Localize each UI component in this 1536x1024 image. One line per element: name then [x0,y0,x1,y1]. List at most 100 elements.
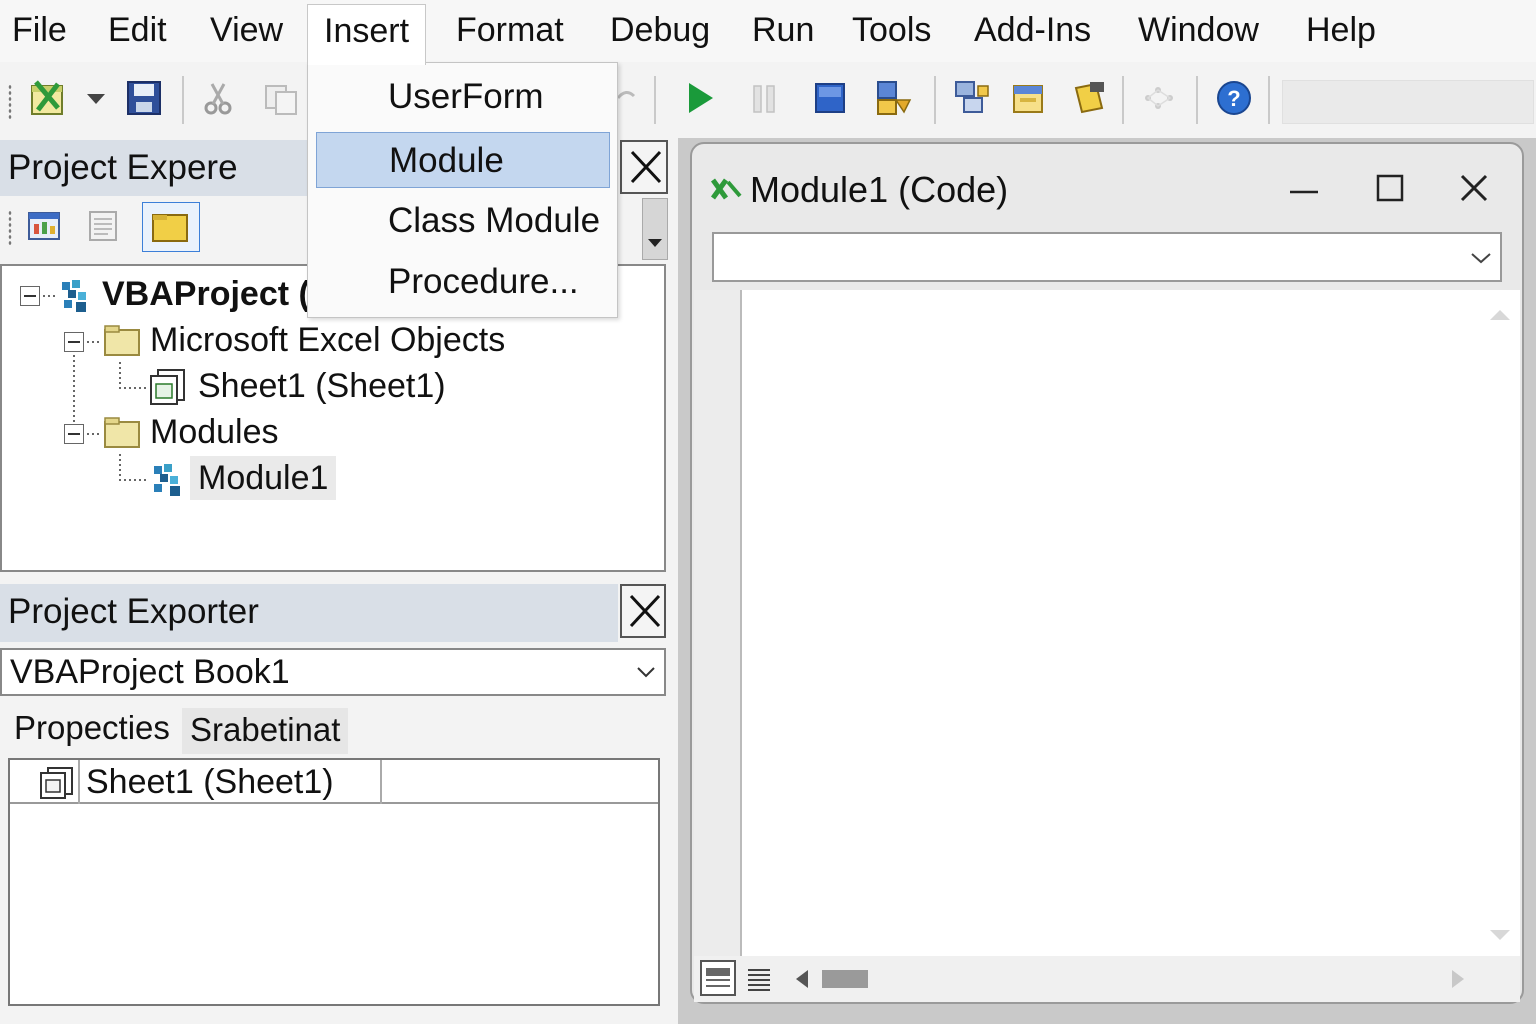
menu-item-procedure[interactable]: Procedure... [316,254,610,310]
run-icon[interactable] [680,78,720,118]
toolbox-icon[interactable] [1140,78,1180,118]
scroll-right-icon[interactable] [1448,968,1468,990]
properties-grid: Sheet1 (Sheet1) [8,758,660,1006]
menu-insert[interactable]: Insert [307,4,427,65]
properties-title-bar: Project Exporter [0,584,618,642]
grid-divider [78,760,80,804]
excel-view-icon[interactable] [28,78,68,118]
folder-icon [102,322,142,358]
menu-format[interactable]: Format [452,8,568,54]
tree-collapse-toggle[interactable] [64,332,84,352]
toolbar-separator [1196,76,1198,124]
properties-object-combo[interactable]: VBAProject Book1 [0,648,666,696]
toolbar-grip [8,210,12,246]
grid-divider [380,760,382,804]
insert-menu-dropdown: UserForm Module Class Module Procedure..… [307,62,618,318]
menu-add-ins[interactable]: Add-Ins [970,8,1095,54]
standard-toolbar: ? [0,62,1536,138]
maximize-button[interactable] [1370,168,1410,208]
project-explorer-close-button[interactable] [620,140,668,194]
module-icon [148,460,188,498]
menu-scroll-arrow[interactable] [642,198,668,260]
menu-help[interactable]: Help [1302,8,1380,54]
object-browser-icon[interactable] [1070,78,1110,118]
code-window-title-bar: Module1 (Code) [692,144,1522,230]
properties-row[interactable]: Sheet1 (Sheet1) [10,760,658,804]
procedure-combo[interactable] [712,232,1502,282]
pause-icon[interactable] [744,78,784,118]
toggle-folders-icon [152,214,188,242]
maximize-icon [1376,174,1404,202]
tree-folder-modules[interactable]: Modules [150,412,279,452]
code-editor[interactable] [694,290,1520,960]
menu-view[interactable]: View [206,8,287,54]
menu-edit[interactable]: Edit [104,8,171,54]
minimize-button[interactable] [1284,170,1324,210]
toolbar-separator [182,76,184,124]
menu-file[interactable]: File [8,8,71,54]
help-icon[interactable]: ? [1214,78,1254,118]
scroll-down-icon[interactable] [1488,926,1512,946]
chevron-down-icon [1471,253,1491,264]
svg-text:?: ? [1227,86,1240,111]
code-window-icon [710,178,742,200]
full-module-view-button[interactable] [742,960,776,996]
properties-icon[interactable] [1010,78,1050,118]
worksheet-icon [38,766,76,800]
scroll-up-icon[interactable] [1488,304,1512,324]
tab-categorized[interactable]: Srabetinat [182,708,349,754]
tree-folder-excel-objects[interactable]: Microsoft Excel Objects [150,320,505,360]
close-icon [1460,174,1488,202]
toolbar-grip[interactable] [8,84,12,120]
menu-bar: File Edit View Insert Format Debug Run T… [0,0,1536,65]
menu-tools[interactable]: Tools [848,8,935,54]
menu-item-module[interactable]: Module [316,132,610,188]
procedure-view-icon [706,968,730,987]
worksheet-icon [148,368,188,406]
chevron-down-icon [637,667,655,678]
tab-properties[interactable]: Propecties [6,706,178,752]
tree-collapse-toggle[interactable] [20,286,40,306]
tree-item-module1-selected[interactable]: Module1 [190,456,337,500]
scroll-left-icon[interactable] [792,968,812,990]
code-margin-indicator-bar[interactable] [694,290,742,960]
dropdown-arrow-icon[interactable] [84,78,108,118]
close-icon [629,594,661,628]
tree-collapse-toggle[interactable] [64,424,84,444]
copy-icon[interactable] [262,78,302,118]
horizontal-scroll-thumb[interactable] [822,970,868,988]
object-combo-value: VBAProject Book1 [10,653,290,691]
toolbar-position-box [1282,80,1534,124]
menu-item-class-module[interactable]: Class Module [316,193,610,249]
menu-run[interactable]: Run [748,8,818,54]
minimize-icon [1290,190,1318,194]
properties-close-button[interactable] [620,584,666,638]
toolbar-separator [1122,76,1124,124]
menu-debug[interactable]: Debug [606,8,714,54]
close-icon [630,150,662,184]
undo-icon[interactable] [616,78,636,118]
toolbar-separator [1268,76,1270,124]
folder-icon [102,414,142,450]
code-window-bottom-bar [694,956,1520,1002]
project-explorer-icon[interactable] [952,78,992,118]
toolbar-separator [654,76,656,124]
procedure-view-button[interactable] [700,960,736,996]
code-window-title: Module1 (Code) [750,169,1009,210]
save-icon[interactable] [124,78,164,118]
view-code-icon[interactable] [86,210,120,242]
property-name: Sheet1 (Sheet1) [86,763,334,801]
view-object-icon[interactable] [26,210,62,242]
toolbar-separator [934,76,936,124]
tree-root-label[interactable]: VBAProject ( [102,274,310,314]
close-button[interactable] [1454,168,1494,208]
stop-icon[interactable] [810,78,850,118]
toggle-folders-button[interactable] [142,202,200,252]
menu-window[interactable]: Window [1134,8,1263,54]
tree-item-sheet1[interactable]: Sheet1 (Sheet1) [198,366,446,406]
menu-item-userform[interactable]: UserForm [316,69,610,125]
cut-icon[interactable] [198,78,238,118]
vba-project-icon [56,276,96,316]
full-module-view-icon [748,969,770,991]
design-mode-icon[interactable] [874,78,914,118]
